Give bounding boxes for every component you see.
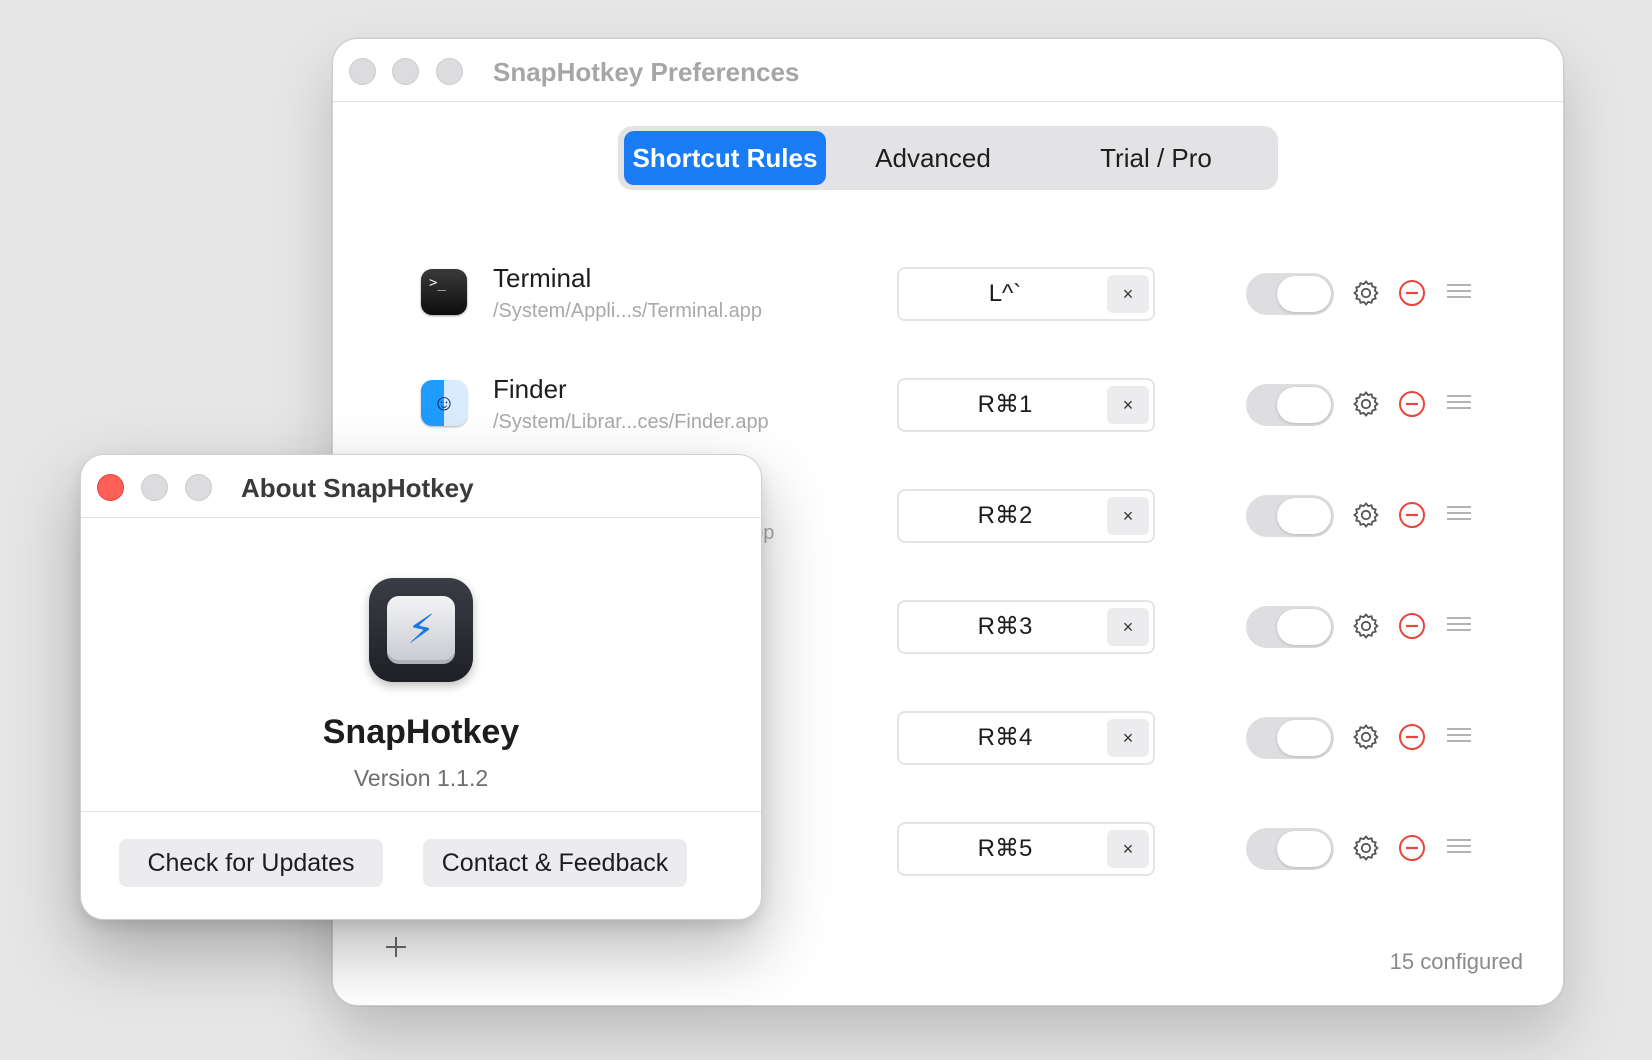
about-minimize-button[interactable] <box>141 474 168 501</box>
rule-enabled-toggle[interactable] <box>1246 828 1334 870</box>
gear-icon[interactable] <box>1351 611 1381 641</box>
clear-shortcut-button[interactable]: × <box>1107 275 1149 313</box>
shortcut-keys: R⌘4 <box>977 724 1033 751</box>
gear-icon[interactable] <box>1351 389 1381 419</box>
preferences-titlebar: SnapHotkey Preferences <box>333 39 1563 102</box>
gear-icon[interactable] <box>1351 278 1381 308</box>
shortcut-recorder[interactable]: R⌘2 × <box>897 489 1155 543</box>
drag-handle-icon[interactable] <box>1446 281 1472 301</box>
zoom-button[interactable] <box>436 58 463 85</box>
shortcut-recorder[interactable]: L^` × <box>897 267 1155 321</box>
gear-icon[interactable] <box>1351 500 1381 530</box>
finder-icon: ☺ <box>421 380 467 426</box>
drag-handle-icon[interactable] <box>1446 725 1472 745</box>
gear-icon[interactable] <box>1351 722 1381 752</box>
rule-app-path: /System/Appli...s/Terminal.app <box>493 300 762 322</box>
close-button[interactable] <box>349 58 376 85</box>
drag-handle-icon[interactable] <box>1446 503 1472 523</box>
contact-feedback-button[interactable]: Contact & Feedback <box>423 839 687 887</box>
shortcut-recorder[interactable]: R⌘3 × <box>897 600 1155 654</box>
drag-handle-icon[interactable] <box>1446 836 1472 856</box>
rule-app-name: Finder <box>493 374 567 404</box>
remove-rule-icon[interactable] <box>1397 389 1427 419</box>
drag-handle-icon[interactable] <box>1446 392 1472 412</box>
rule-row: ☺ Finder/System/Librar...ces/Finder.app R⌘… <box>333 356 1563 468</box>
rule-enabled-toggle[interactable] <box>1246 384 1334 426</box>
rule-enabled-toggle[interactable] <box>1246 717 1334 759</box>
remove-rule-icon[interactable] <box>1397 833 1427 863</box>
configured-count: 15 configured <box>1389 949 1523 974</box>
rule-enabled-toggle[interactable] <box>1246 273 1334 315</box>
shortcut-recorder[interactable]: R⌘5 × <box>897 822 1155 876</box>
clear-shortcut-button[interactable]: × <box>1107 830 1149 868</box>
clear-shortcut-button[interactable]: × <box>1107 719 1149 757</box>
check-for-updates-button[interactable]: Check for Updates <box>119 839 383 887</box>
about-close-button[interactable] <box>97 474 124 501</box>
about-zoom-button[interactable] <box>185 474 212 501</box>
clear-shortcut-button[interactable]: × <box>1107 608 1149 646</box>
tab-shortcut-rules[interactable]: Shortcut Rules <box>624 131 826 185</box>
tab-trial-pro[interactable]: Trial / Pro <box>1040 131 1272 185</box>
shortcut-keys: R⌘1 <box>977 391 1033 418</box>
tab-advanced[interactable]: Advanced <box>832 131 1034 185</box>
window-title: SnapHotkey Preferences <box>493 57 800 87</box>
rule-app-name: Terminal <box>493 263 592 293</box>
about-window: About SnapHotkey ⚡ SnapHotkey Version 1.… <box>80 454 762 920</box>
shortcut-keys: R⌘2 <box>977 502 1033 529</box>
about-version: Version 1.1.2 <box>353 765 489 791</box>
terminal-icon: >_ <box>421 269 467 315</box>
about-divider <box>81 811 761 812</box>
shortcut-recorder[interactable]: R⌘1 × <box>897 378 1155 432</box>
rule-enabled-toggle[interactable] <box>1246 495 1334 537</box>
clear-shortcut-button[interactable]: × <box>1107 386 1149 424</box>
tab-bar: Shortcut Rules Advanced Trial / Pro <box>618 126 1278 190</box>
clear-shortcut-button[interactable]: × <box>1107 497 1149 535</box>
about-titlebar: About SnapHotkey <box>81 455 761 518</box>
about-app-name: SnapHotkey <box>322 713 520 751</box>
remove-rule-icon[interactable] <box>1397 722 1427 752</box>
remove-rule-icon[interactable] <box>1397 611 1427 641</box>
about-title: About SnapHotkey <box>241 473 474 503</box>
snaphotkey-app-icon: ⚡ <box>369 578 473 682</box>
shortcut-keys: L^` <box>988 280 1022 307</box>
shortcut-recorder[interactable]: R⌘4 × <box>897 711 1155 765</box>
add-rule-button[interactable] <box>383 934 409 960</box>
remove-rule-icon[interactable] <box>1397 278 1427 308</box>
rule-row: >_ Terminal/System/Appli...s/Terminal.app… <box>333 245 1563 357</box>
drag-handle-icon[interactable] <box>1446 614 1472 634</box>
shortcut-keys: R⌘3 <box>977 613 1033 640</box>
rule-enabled-toggle[interactable] <box>1246 606 1334 648</box>
remove-rule-icon[interactable] <box>1397 500 1427 530</box>
gear-icon[interactable] <box>1351 833 1381 863</box>
rule-app-path: /System/Librar...ces/Finder.app <box>493 411 769 433</box>
lightning-bolt-icon: ⚡ <box>406 608 436 652</box>
minimize-button[interactable] <box>392 58 419 85</box>
shortcut-keys: R⌘5 <box>977 835 1033 862</box>
